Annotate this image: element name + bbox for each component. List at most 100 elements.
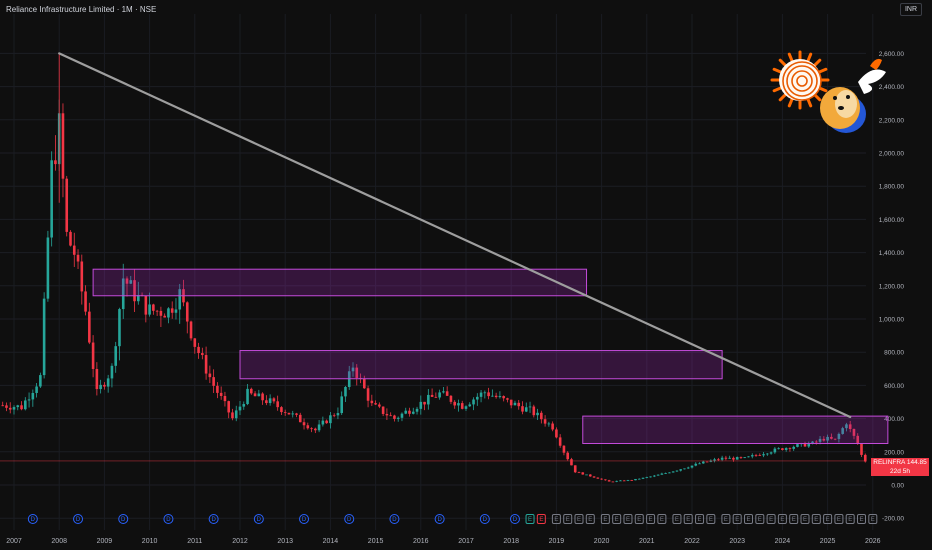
- candle-body: [536, 412, 539, 416]
- candle-body: [378, 404, 381, 407]
- candle-body: [16, 405, 20, 408]
- event-marker-label: E: [735, 517, 739, 523]
- candle-body: [366, 388, 370, 401]
- event-marker-label: E: [837, 517, 841, 523]
- candle-body: [570, 459, 573, 466]
- candle-body: [442, 391, 445, 393]
- candle-body: [5, 405, 8, 408]
- y-tick-label: 600.00: [884, 383, 904, 390]
- candle-body: [152, 304, 155, 311]
- candle-body: [668, 472, 671, 474]
- candle-body: [408, 410, 411, 414]
- currency-button[interactable]: INR: [899, 3, 922, 16]
- candle-body: [694, 463, 698, 466]
- candle-body: [743, 457, 747, 459]
- candle-body: [332, 415, 336, 417]
- event-marker-label: E: [615, 517, 619, 523]
- candle-body: [231, 412, 234, 419]
- candle-body: [724, 457, 728, 459]
- candle-body: [370, 400, 374, 404]
- candle-body: [159, 310, 163, 316]
- candle-body: [257, 393, 261, 397]
- candle-body: [645, 477, 649, 478]
- candle-body: [204, 355, 208, 374]
- candle-body: [114, 346, 117, 366]
- candle-body: [427, 394, 430, 405]
- candle-body: [144, 295, 148, 315]
- event-marker-label: E: [660, 517, 664, 523]
- candle-body: [246, 388, 249, 405]
- price-chart[interactable]: 2,600.00 2,400.00 2,200.00 2,000.00 1,800.00…: [0, 0, 932, 550]
- event-marker-label: E: [649, 517, 653, 523]
- candle-body: [88, 311, 91, 343]
- candle-body: [344, 386, 347, 397]
- candle-body: [336, 413, 340, 416]
- candle-body: [393, 415, 396, 419]
- candle-body: [758, 455, 762, 457]
- candle-body: [739, 457, 743, 458]
- supply-zone: [582, 415, 889, 444]
- x-tick-label: 2017: [458, 538, 474, 545]
- candle-body: [261, 393, 264, 401]
- y-tick-label: 2,600.00: [879, 51, 905, 58]
- event-marker-label: E: [637, 517, 641, 523]
- x-tick-label: 2021: [639, 538, 655, 545]
- candle-body: [423, 401, 426, 405]
- event-marker-label: E: [528, 517, 532, 523]
- event-marker-label: D: [513, 517, 518, 523]
- candle-body: [547, 423, 551, 425]
- candle-body: [80, 261, 84, 292]
- event-marker-label: E: [814, 517, 818, 523]
- x-tick-label: 2022: [684, 538, 700, 545]
- candle-body: [234, 410, 238, 419]
- candle-body: [506, 398, 509, 400]
- event-marker-label: E: [675, 517, 679, 523]
- candle-body: [494, 395, 498, 398]
- candle-body: [12, 407, 16, 410]
- x-tick-label: 2011: [187, 538, 202, 545]
- candle-body: [483, 392, 487, 394]
- event-marker-label: D: [31, 517, 36, 523]
- candle-body: [95, 368, 99, 390]
- candle-body: [464, 406, 468, 409]
- doge-eye: [833, 96, 837, 100]
- candle-body: [374, 403, 377, 405]
- candle-body: [201, 353, 204, 356]
- x-tick-label: 2008: [51, 538, 67, 545]
- candle-body: [189, 321, 193, 339]
- candle-body: [302, 422, 306, 426]
- candle-body: [227, 401, 230, 413]
- event-marker-label: E: [848, 517, 852, 523]
- candle-body: [283, 412, 287, 413]
- candle-body: [491, 395, 494, 397]
- x-tick-label: 2014: [323, 538, 339, 545]
- y-tick-label: 1,800.00: [879, 184, 905, 191]
- event-marker-label: E: [566, 517, 570, 523]
- candle-body: [445, 391, 449, 396]
- candle-body: [540, 412, 543, 420]
- event-marker-label: E: [859, 517, 863, 523]
- candle-body: [185, 302, 189, 322]
- candle-body: [321, 420, 325, 425]
- candle-body: [555, 429, 558, 438]
- x-tick-label: 2026: [865, 538, 881, 545]
- candle-body: [197, 346, 200, 354]
- candle-body: [400, 413, 404, 418]
- candle-body: [167, 308, 170, 318]
- event-marker-label: E: [588, 517, 592, 523]
- candle-body: [589, 474, 592, 477]
- candle-body: [291, 413, 295, 415]
- candle-body: [487, 392, 490, 397]
- x-tick-label: 2007: [6, 538, 22, 545]
- y-tick-label: 2,400.00: [879, 84, 905, 91]
- event-marker-label: E: [698, 517, 702, 523]
- candle-body: [735, 457, 739, 460]
- event-marker-label: E: [539, 517, 543, 523]
- supply-zone: [239, 350, 723, 380]
- candle-body: [562, 445, 566, 453]
- candle-body: [615, 480, 618, 482]
- candle-body: [551, 423, 554, 430]
- y-tick-label: 1,400.00: [879, 250, 905, 257]
- y-tick-label: 2,200.00: [879, 117, 905, 124]
- candle-body: [732, 457, 735, 460]
